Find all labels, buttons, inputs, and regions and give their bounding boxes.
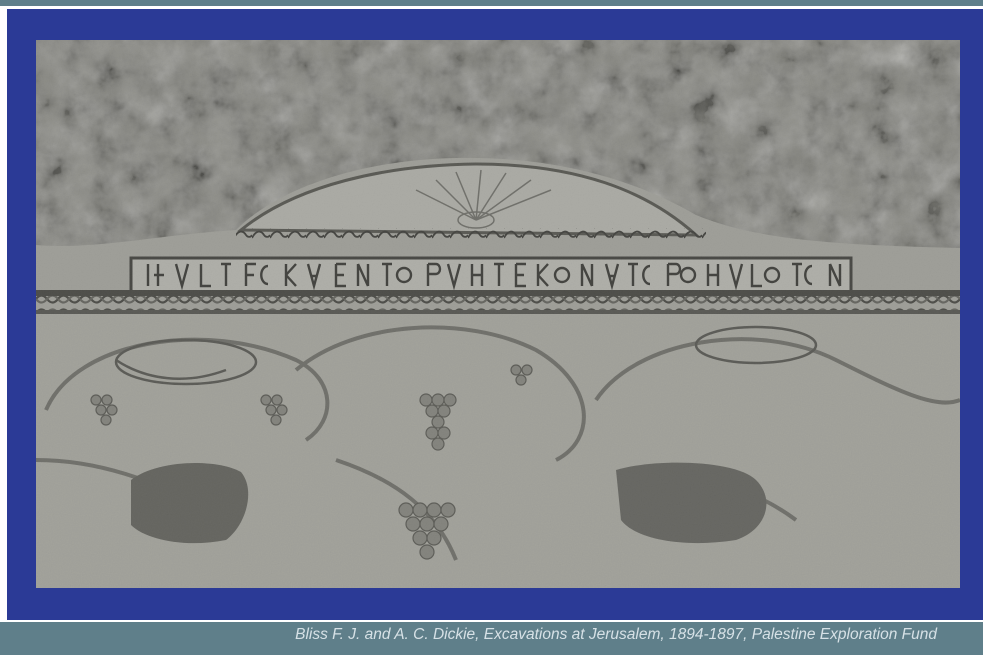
top-strip <box>0 0 983 6</box>
photo-caption: Bliss F. J. and A. C. Dickie, Excavation… <box>295 626 937 643</box>
mosaic-photograph <box>36 40 960 588</box>
caption-bar: Bliss F. J. and A. C. Dickie, Excavation… <box>0 622 983 655</box>
slide: Bliss F. J. and A. C. Dickie, Excavation… <box>0 0 983 655</box>
